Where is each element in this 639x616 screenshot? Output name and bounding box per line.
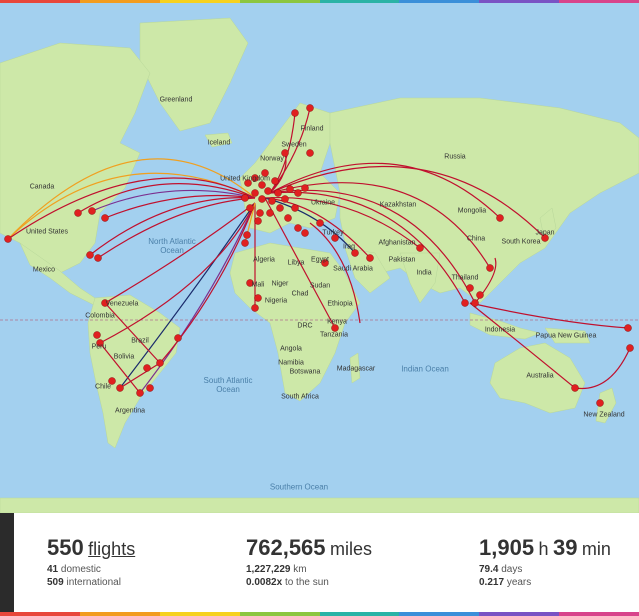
map-pin [571,384,579,392]
hours-unit: h [538,539,549,559]
land-masses [0,17,639,513]
ocean-label: Southern Ocean [269,482,329,492]
minutes-value: 39 [552,535,578,560]
international-label: international [66,577,121,588]
map-pin [174,334,182,342]
map-pin [251,304,259,312]
minutes-unit: min [581,539,611,559]
map-pin [496,214,504,222]
years-label: years [506,577,532,588]
map-pin [291,109,299,117]
map-pin [108,377,116,385]
international-count: 509 [47,577,64,588]
map-pin [143,364,151,372]
map-pin [316,219,324,227]
map-pin [486,264,494,272]
map-pin [243,231,251,239]
distance-stat: 762,565 miles 1,227,229 km 0.0082x to th… [246,535,372,589]
map-pin [241,239,249,247]
map-pin [86,251,94,259]
time-stat: 1,905 h 39 min 79.4 days 0.217 years [479,535,611,589]
map-pin [96,339,104,347]
flights-stat: 550 flights 41 domestic 509 internationa… [47,535,135,589]
years-value: 0.217 [479,577,505,588]
map-pin [74,209,82,217]
map-pin [116,384,124,392]
map-pin [88,207,96,215]
map-pin [146,384,154,392]
flights-link[interactable]: flights [88,539,135,559]
map-pin [624,324,632,332]
map-pin [101,214,109,222]
map-pin [301,229,309,237]
map-pin [4,235,12,243]
map-pin [541,234,549,242]
map-pin [596,399,604,407]
hours-value: 1,905 [479,535,535,560]
map-pin [626,344,634,352]
map-pin [416,244,424,252]
domestic-count: 41 [47,564,59,575]
map-pin [101,299,109,307]
map-pin [321,259,329,267]
map-pin [156,359,164,367]
flights-count: 550 [47,535,84,560]
ocean-label: North Atlantic Ocean [148,237,196,255]
map-pin [246,279,254,287]
ocean-label: South Atlantic Ocean [203,376,253,394]
miles-value: 762,565 [246,535,326,560]
map-pin [331,234,339,242]
map-pin [281,149,289,157]
ocean-label: Indian Ocean [401,364,449,374]
days-label: days [501,564,523,575]
miles-unit: miles [329,539,372,559]
map-pin [461,299,469,307]
map-pin [136,389,144,397]
km-value: 1,227,229 [246,564,291,575]
sun-ratio-value: 0.0082x [246,577,283,588]
domestic-label: domestic [60,564,101,575]
map-pin [466,284,474,292]
bottom-color-strip [0,612,639,616]
sun-ratio-label: to the sun [284,577,329,588]
km-label: km [293,564,307,575]
world-flight-map[interactable]: Greenland Iceland Finland Sweden Norway Russi… [0,3,639,513]
map-pin [254,294,262,302]
map-pin [93,331,101,339]
map-canvas [0,17,639,513]
map-pin [294,224,302,232]
map-pin [471,299,479,307]
map-pin [366,254,374,262]
map-pin [331,324,339,332]
map-pin [351,249,359,257]
stats-side-bar [0,513,14,616]
days-value: 79.4 [479,564,499,575]
map-pin [476,291,484,299]
stats-panel: 550 flights 41 domestic 509 internationa… [0,513,639,616]
map-pin [306,149,314,157]
map-pin [94,254,102,262]
map-pin [306,104,314,112]
